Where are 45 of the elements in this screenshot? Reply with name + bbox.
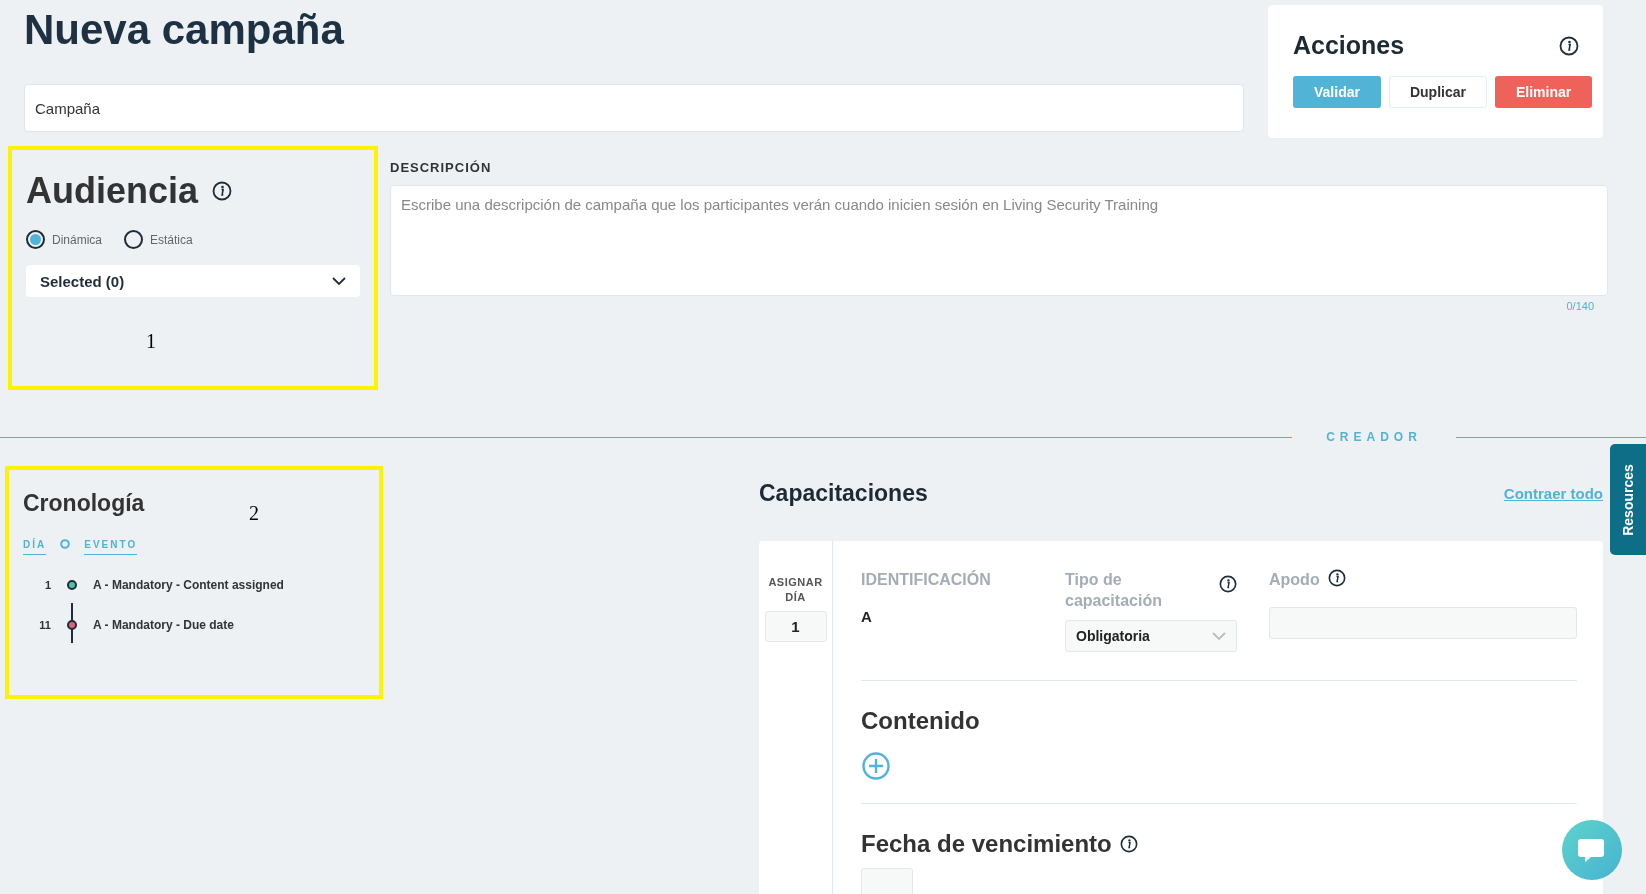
chat-bubble-icon xyxy=(1577,836,1607,864)
action-button[interactable]: Eliminar xyxy=(1494,76,1593,108)
field-label: Apodo xyxy=(1269,570,1320,590)
info-icon xyxy=(212,181,233,201)
campaign-name-field[interactable]: Campaña xyxy=(24,84,1244,132)
info-icon xyxy=(1119,835,1138,853)
card-title: Acciones xyxy=(1293,31,1405,60)
date-field[interactable] xyxy=(861,868,913,894)
section-title: Cronología xyxy=(23,490,145,516)
add-button[interactable] xyxy=(861,751,891,781)
info-icon xyxy=(1559,35,1579,56)
training-type-select[interactable]: Obligatoria xyxy=(1065,620,1237,652)
action-button[interactable]: Duplicar xyxy=(1388,76,1487,108)
chevron-down-icon xyxy=(332,276,346,286)
field-label: Tipo de capacitación xyxy=(1065,570,1163,611)
event-label: A - Mandatory - Due date xyxy=(93,618,235,632)
page-title: Nueva campaña xyxy=(24,6,345,54)
nickname-field[interactable] xyxy=(1269,607,1577,639)
ring-icon xyxy=(60,539,71,549)
field-label: DESCRIPCIÓN xyxy=(390,160,493,175)
id-value: A xyxy=(861,608,873,625)
section-title: Contenido xyxy=(861,707,981,735)
section-title: Capacitaciones xyxy=(759,480,928,507)
annotation-number: 1 xyxy=(146,330,156,353)
event-label: A - Mandatory - Content assigned xyxy=(93,578,285,592)
resources-tab[interactable]: Resources xyxy=(1610,444,1646,555)
radio-option[interactable]: Estática xyxy=(124,230,193,249)
column-header: DÍA xyxy=(23,539,47,555)
field-label: IDENTIFICACIÓN xyxy=(861,571,991,588)
field-label: ASIGNAR DÍA xyxy=(767,575,824,605)
column-header: EVENTO xyxy=(84,539,138,555)
section-divider-label: CREADOR xyxy=(1325,430,1423,444)
day-number: 1 xyxy=(43,579,51,591)
day-field[interactable]: 1 xyxy=(764,611,827,642)
info-icon xyxy=(1219,575,1237,593)
annotation-number: 2 xyxy=(249,502,259,525)
chevron-down-icon xyxy=(1212,631,1226,641)
radio-option[interactable]: Dinámica xyxy=(26,230,102,249)
description-field[interactable]: Escribe una descripción de campaña que los participantes verán cuando inicien sesión en Living Security Training xyxy=(390,185,1608,296)
section-title: Fecha de vencimiento xyxy=(861,830,1112,858)
section-title: Audiencia xyxy=(26,170,199,212)
day-number: 11 xyxy=(38,619,51,631)
info-icon xyxy=(1327,569,1346,587)
character-counter: 0/140 xyxy=(1566,300,1594,312)
audience-dropdown[interactable]: Selected (0) xyxy=(26,265,360,297)
